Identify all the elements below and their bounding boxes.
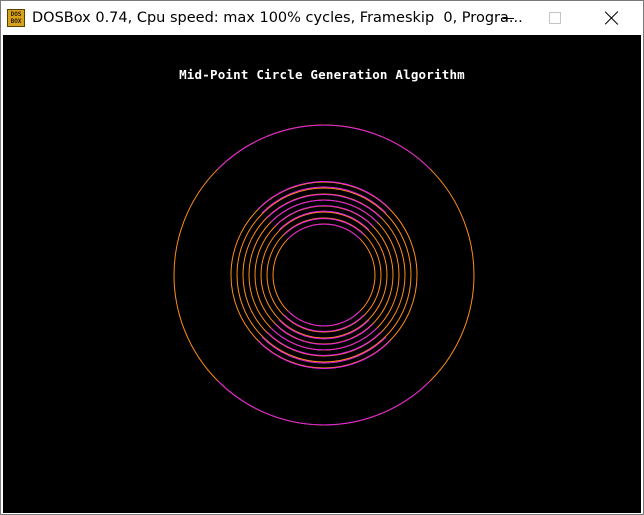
dosbox-app-icon[interactable]: DOS BOX <box>7 9 25 27</box>
ring-5 <box>254 205 394 345</box>
dosbox-window: DOS BOX DOSBox 0.74, Cpu speed: max 100%… <box>0 0 644 515</box>
dos-screen[interactable]: Mid-Point Circle Generation Algorithm <box>3 35 641 513</box>
ring-1 <box>230 181 418 369</box>
outer-circle-bottom-arc <box>217 380 431 426</box>
concentric-circles-magenta-arcs <box>257 181 391 369</box>
close-button[interactable] <box>589 1 635 35</box>
circle-drawing <box>173 124 475 426</box>
ring-6 <box>260 211 388 339</box>
concentric-circles <box>230 181 418 369</box>
outer-circle-top-arc <box>217 124 431 170</box>
ring-8-top-arc <box>287 223 361 240</box>
maximize-icon <box>549 12 561 24</box>
maximize-button[interactable] <box>531 1 577 35</box>
outer-circle <box>173 124 475 426</box>
ring-4 <box>248 199 400 351</box>
window-title: DOSBox 0.74, Cpu speed: max 100% cycles,… <box>32 10 523 26</box>
program-heading: Mid-Point Circle Generation Algorithm <box>179 67 465 82</box>
ring-1-top-arc <box>257 181 391 210</box>
minimize-icon <box>503 18 514 19</box>
close-icon <box>605 11 619 25</box>
title-bar[interactable]: DOS BOX DOSBox 0.74, Cpu speed: max 100%… <box>1 1 643 35</box>
ring-1-bottom-arc <box>257 340 391 369</box>
ring-8-bottom-arc <box>287 310 361 327</box>
ring-2 <box>236 187 412 363</box>
minimize-button[interactable] <box>485 1 531 35</box>
